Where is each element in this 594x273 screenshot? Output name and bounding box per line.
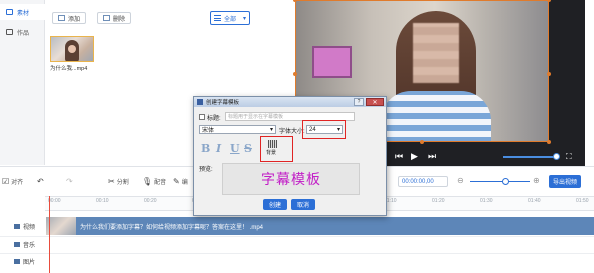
ruler-tick-label: 00:10: [96, 198, 109, 204]
strike-button[interactable]: S: [244, 142, 252, 155]
background-poster: [312, 46, 352, 78]
music-track-icon: [14, 242, 20, 247]
template-preview: 字幕模板: [222, 163, 360, 195]
clip-name: 为什么我们要添加字幕？如何给视频添加字幕呢？答案在这里！ .mp4: [80, 224, 264, 231]
resize-handle[interactable]: [547, 72, 551, 76]
track-divider: [0, 253, 594, 254]
undo-button[interactable]: ↶: [37, 177, 46, 186]
align-toggle[interactable]: ☑ 对齐: [2, 177, 23, 186]
undo-icon: ↶: [37, 177, 44, 186]
resize-handle[interactable]: [547, 140, 551, 144]
preview-label: 预览:: [199, 167, 213, 173]
app-icon: [197, 99, 203, 105]
sidebar-item-works[interactable]: 作品: [0, 24, 45, 40]
resize-handle[interactable]: [293, 72, 297, 76]
volume-slider[interactable]: [503, 156, 556, 158]
font-select[interactable]: 宋体 ▾: [199, 125, 276, 134]
chevron-down-icon: ▾: [242, 15, 246, 22]
scissors-icon: ✂: [108, 177, 115, 186]
export-button[interactable]: 导出视频: [549, 175, 581, 188]
list-icon: [214, 15, 221, 21]
prev-frame-icon[interactable]: ⏮: [395, 152, 403, 161]
image-track-icon: [14, 259, 20, 264]
fullscreen-icon[interactable]: ⛶: [566, 152, 572, 161]
track-label-video: 视频: [14, 222, 35, 231]
minus-circle-icon: ⊖: [457, 176, 464, 185]
filter-dropdown[interactable]: 全部 ▾: [210, 11, 250, 25]
ruler-tick-label: 01:20: [432, 198, 445, 204]
play-icon[interactable]: ▶: [411, 152, 418, 161]
zoom-out-button[interactable]: ⊖: [457, 176, 466, 185]
ruler-tick-label: 01:40: [528, 198, 541, 204]
delete-icon: [103, 15, 110, 21]
track-label-text: 视频: [23, 225, 36, 231]
chevron-down-icon: ▾: [269, 127, 273, 133]
zoom-slider[interactable]: [470, 181, 530, 182]
zoom-in-button[interactable]: ⊕: [533, 176, 542, 185]
sidebar-item-label: 作品: [17, 30, 30, 37]
delete-button[interactable]: 删除: [97, 12, 132, 24]
close-button[interactable]: ✕: [366, 98, 384, 106]
title-checkbox[interactable]: [199, 114, 205, 120]
time-input[interactable]: 00:00:00,00: [398, 176, 448, 187]
add-button-label: 添加: [68, 16, 81, 23]
track-label-text: 音乐: [23, 243, 36, 249]
video-clip[interactable]: 为什么我们要添加字幕？如何给视频添加字幕呢？答案在这里！ .mp4: [46, 217, 594, 235]
align-label: 对齐: [11, 180, 24, 186]
dub-label: 配音: [154, 180, 167, 186]
blurred-face: [413, 23, 459, 83]
italic-button[interactable]: I: [216, 142, 221, 155]
media-thumbnail[interactable]: [50, 36, 94, 62]
track-divider: [0, 236, 594, 237]
ruler-tick-label: 01:50: [576, 198, 589, 204]
font-value: 宋体: [202, 128, 215, 134]
plus-circle-icon: ⊕: [533, 176, 540, 185]
split-button[interactable]: ✂ 分割: [108, 177, 129, 186]
cancel-button[interactable]: 取消: [291, 199, 315, 210]
clip-thumbnail: [46, 217, 76, 235]
create-button[interactable]: 创建: [263, 199, 287, 210]
folder-add-icon: [58, 15, 65, 21]
bold-button[interactable]: B: [201, 142, 210, 155]
font-size-label: 字体大小:: [279, 129, 305, 135]
help-button[interactable]: ?: [354, 98, 364, 106]
delete-button-label: 删除: [113, 16, 126, 23]
folder-icon: [6, 9, 13, 15]
ruler-tick-label: 00:20: [144, 198, 157, 204]
bg-highlight-box: [260, 136, 293, 162]
track-label-image: 图片: [14, 257, 35, 266]
filter-label: 全部: [224, 16, 237, 23]
volume-knob[interactable]: [553, 153, 560, 160]
microphone-icon: 🎙: [142, 177, 153, 186]
pencil-icon: ✎: [173, 177, 180, 186]
add-button[interactable]: 添加: [52, 12, 87, 24]
split-label: 分割: [116, 180, 129, 186]
edit-label: 编: [181, 180, 188, 186]
film-icon: [6, 29, 13, 35]
track-label-music: 音乐: [14, 240, 35, 249]
zoom-knob[interactable]: [502, 178, 509, 185]
ruler-tick-label: 01:30: [480, 198, 493, 204]
media-name: 为什么我...mp4: [50, 66, 88, 72]
checkbox-icon: ☑: [2, 177, 10, 186]
title-label: 标题:: [207, 116, 221, 122]
person-figure: [65, 40, 79, 61]
dub-button[interactable]: 🎙 配音: [142, 177, 166, 186]
underline-button[interactable]: U: [230, 142, 240, 155]
sidebar-item-materials[interactable]: 素材: [0, 4, 45, 20]
video-track-icon: [14, 224, 20, 229]
person-shirt: [381, 91, 491, 141]
redo-icon: ↷: [66, 177, 73, 186]
edit-button[interactable]: ✎ 编: [173, 177, 188, 186]
sidebar-item-label: 素材: [17, 10, 30, 17]
next-frame-icon[interactable]: ⏭: [428, 152, 436, 161]
size-highlight-box: [302, 120, 346, 139]
redo-button[interactable]: ↷: [66, 177, 75, 186]
resize-handle[interactable]: [420, 140, 424, 144]
playhead[interactable]: [49, 196, 50, 273]
track-label-text: 图片: [23, 260, 36, 266]
